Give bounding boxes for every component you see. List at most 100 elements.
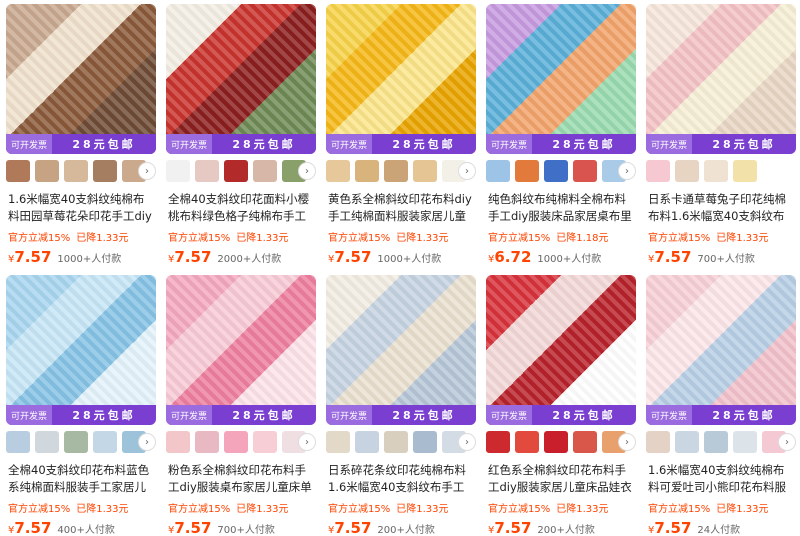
chevron-right-icon[interactable]: › [138, 433, 156, 451]
product-title[interactable]: 日系碎花条纹印花纯棉布料1.6米幅宽40支斜纹布手工服装床 [328, 462, 474, 496]
promo-banner: 可开发票 28元包邮 [646, 405, 796, 425]
product-card[interactable]: 可开发票 28元包邮 › 纯色斜纹布纯棉料全棉布料手工diy服装床品家居桌布里布面料官… [486, 4, 636, 268]
color-swatch[interactable] [6, 160, 30, 182]
color-swatch[interactable] [733, 160, 757, 182]
color-swatch[interactable] [93, 160, 117, 182]
color-swatch[interactable] [35, 160, 59, 182]
discount-tags: 官方立减15% 已降1.33元 [8, 229, 129, 244]
color-swatch[interactable] [675, 160, 699, 182]
price: 7.57 [334, 248, 372, 266]
free-shipping-label: 28元包邮 [72, 138, 136, 151]
product-title[interactable]: 红色系全棉斜纹印花布料手工diy服装家居儿童床品娃衣纯棉 [488, 462, 634, 496]
chevron-right-icon[interactable]: › [778, 433, 796, 451]
invoice-badge: 可开发票 [486, 405, 533, 425]
color-swatch[interactable] [515, 160, 539, 182]
product-image[interactable]: 可开发票 28元包邮 [166, 275, 316, 425]
color-swatch[interactable] [704, 160, 728, 182]
price-row: ¥7.57 1000+人付款 [8, 248, 121, 266]
sales-count: 200+人付款 [537, 525, 595, 536]
product-title[interactable]: 纯色斜纹布纯棉料全棉布料手工diy服装床品家居桌布里布面料 [488, 191, 634, 225]
product-card[interactable]: 可开发票 28元包邮› 粉色系全棉斜纹印花布料手工diy服装桌布家居儿童床单纯棉官方… [166, 275, 316, 536]
product-image[interactable]: 可开发票 28元包邮 [486, 275, 636, 425]
product-image[interactable]: 可开发票 28元包邮 [326, 275, 476, 425]
product-card[interactable]: 可开发票 28元包邮› 日系碎花条纹印花纯棉布料1.6米幅宽40支斜纹布手工服装床官… [326, 275, 476, 536]
chevron-right-icon[interactable]: › [458, 433, 476, 451]
fabric-texture [6, 275, 156, 425]
color-swatch[interactable] [166, 431, 190, 453]
color-swatch[interactable] [35, 431, 59, 453]
color-swatch[interactable] [224, 431, 248, 453]
color-swatch[interactable] [93, 431, 117, 453]
color-swatch[interactable] [573, 160, 597, 182]
color-swatches [486, 160, 626, 182]
product-title[interactable]: 黄色系全棉斜纹印花布料diy手工纯棉面料服装家居儿童床品 [328, 191, 474, 225]
color-swatch[interactable] [515, 431, 539, 453]
color-swatch[interactable] [166, 160, 190, 182]
free-shipping-label: 28元包邮 [712, 138, 776, 151]
color-swatch[interactable] [64, 160, 88, 182]
price-row: ¥7.57 2000+人付款 [168, 248, 281, 266]
color-swatch[interactable] [413, 431, 437, 453]
color-swatch[interactable] [573, 431, 597, 453]
discount-tags: 官方立减15% 已降1.33元 [168, 229, 289, 244]
color-swatch[interactable] [195, 160, 219, 182]
product-image[interactable]: 可开发票 28元包邮 [6, 4, 156, 154]
chevron-right-icon[interactable]: › [298, 433, 316, 451]
product-card[interactable]: 可开发票 28元包邮 › 全棉40支斜纹印花面料小樱桃布料绿色格子纯棉布手工服装儿官方… [166, 4, 316, 268]
price-row: ¥7.57 1000+人付款 [328, 248, 441, 266]
color-swatch[interactable] [326, 431, 350, 453]
product-image[interactable]: 可开发票 28元包邮 [646, 275, 796, 425]
color-swatch[interactable] [224, 160, 248, 182]
product-image[interactable]: 可开发票 28元包邮 [326, 4, 476, 154]
chevron-right-icon[interactable]: › [618, 162, 636, 180]
color-swatch[interactable] [384, 160, 408, 182]
color-swatches [486, 431, 626, 453]
chevron-right-icon[interactable]: › [138, 162, 156, 180]
color-swatch[interactable] [646, 160, 670, 182]
discount-tag: 官方立减15% [328, 233, 391, 244]
product-image[interactable]: 可开发票 28元包邮 [486, 4, 636, 154]
product-title[interactable]: 1.6米幅宽40支斜纹纯棉布料可爱吐司小熊印花布料服装床品儿 [648, 462, 794, 496]
discount-tag: 官方立减15% [648, 233, 711, 244]
color-swatch[interactable] [253, 160, 277, 182]
color-swatch[interactable] [486, 431, 510, 453]
product-image[interactable]: 可开发票 28元包邮 [646, 4, 796, 154]
color-swatch[interactable] [64, 431, 88, 453]
color-swatch[interactable] [544, 160, 568, 182]
color-swatch[interactable] [413, 160, 437, 182]
color-swatch[interactable] [355, 431, 379, 453]
color-swatch[interactable] [6, 431, 30, 453]
product-image[interactable]: 可开发票 28元包邮 [6, 275, 156, 425]
invoice-badge: 可开发票 [326, 405, 373, 425]
product-title[interactable]: 粉色系全棉斜纹印花布料手工diy服装桌布家居儿童床单纯棉 [168, 462, 314, 496]
chevron-right-icon[interactable]: › [618, 433, 636, 451]
price-drop-tag: 已降1.33元 [396, 233, 449, 244]
product-image[interactable]: 可开发票 28元包邮 [166, 4, 316, 154]
color-swatch[interactable] [195, 431, 219, 453]
color-swatch[interactable] [544, 431, 568, 453]
product-card[interactable]: 可开发票 28元包邮› 全棉40支斜纹印花布料蓝色系纯棉面料服装手工家居儿童床品官方… [6, 275, 156, 536]
color-swatch[interactable] [326, 160, 350, 182]
chevron-right-icon[interactable]: › [298, 162, 316, 180]
product-card[interactable]: 可开发票 28元包邮› 红色系全棉斜纹印花布料手工diy服装家居儿童床品娃衣纯棉官方… [486, 275, 636, 536]
discount-tags: 官方立减15% 已降1.18元 [488, 229, 609, 244]
product-title[interactable]: 1.6米幅宽40支斜纹纯棉布料田园草莓花朵印花手工diy服装床 [8, 191, 154, 225]
product-card[interactable]: 可开发票 28元包邮 › 黄色系全棉斜纹印花布料diy手工纯棉面料服装家居儿童床品官方… [326, 4, 476, 268]
product-title[interactable]: 日系卡通草莓兔子印花纯棉布料1.6米幅宽40支斜纹布服装床 [648, 191, 794, 225]
color-swatch[interactable] [646, 431, 670, 453]
invoice-badge: 可开发票 [6, 134, 53, 154]
sales-count: 1000+人付款 [537, 254, 602, 265]
chevron-right-icon[interactable]: › [458, 162, 476, 180]
product-card[interactable]: 可开发票 28元包邮 › 1.6米幅宽40支斜纹纯棉布料可爱吐司小熊印花布料服装床品儿… [646, 275, 796, 536]
color-swatch[interactable] [355, 160, 379, 182]
color-swatch[interactable] [675, 431, 699, 453]
product-title[interactable]: 全棉40支斜纹印花面料小樱桃布料绿色格子纯棉布手工服装儿 [168, 191, 314, 225]
product-card[interactable]: 可开发票 28元包邮日系卡通草莓兔子印花纯棉布料1.6米幅宽40支斜纹布服装床官方… [646, 4, 796, 268]
product-card[interactable]: 可开发票 28元包邮› 1.6米幅宽40支斜纹纯棉布料田园草莓花朵印花手工diy服装… [6, 4, 156, 268]
color-swatch[interactable] [486, 160, 510, 182]
color-swatch[interactable] [733, 431, 757, 453]
color-swatch[interactable] [384, 431, 408, 453]
color-swatch[interactable] [704, 431, 728, 453]
product-title[interactable]: 全棉40支斜纹印花布料蓝色系纯棉面料服装手工家居儿童床品 [8, 462, 154, 496]
color-swatch[interactable] [253, 431, 277, 453]
